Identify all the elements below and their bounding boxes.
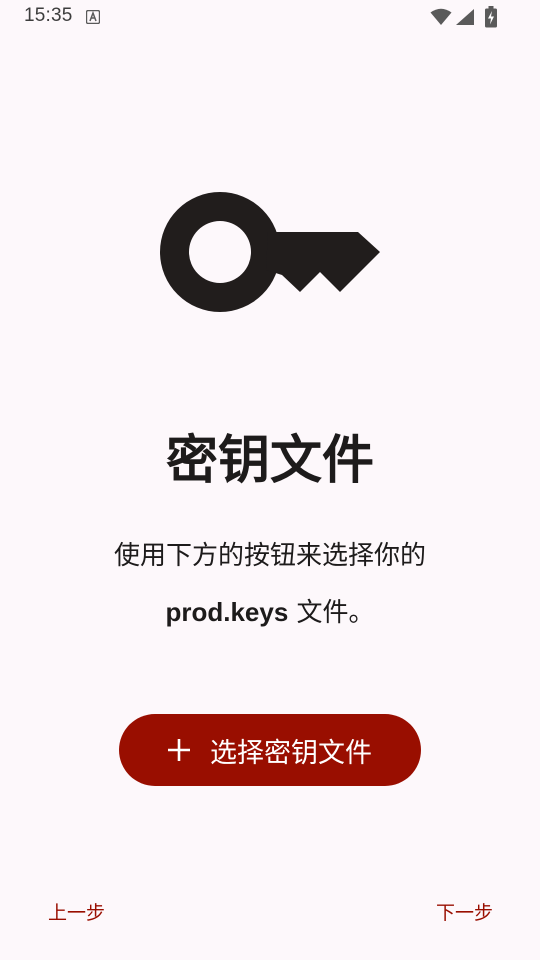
filename-prod-keys: prod.keys xyxy=(165,597,289,627)
select-key-file-button[interactable]: 选择密钥文件 xyxy=(119,714,421,786)
keyboard-a-icon xyxy=(86,10,100,24)
plus-icon xyxy=(168,739,190,761)
description: 使用下方的按钮来选择你的 prod.keys 文件。 xyxy=(40,528,500,641)
key-icon xyxy=(160,192,380,312)
description-line-2: prod.keys 文件。 xyxy=(40,584,500,641)
wifi-icon xyxy=(430,8,452,25)
signal-icon xyxy=(456,9,474,25)
status-time: 15:35 xyxy=(24,5,73,26)
battery-charging-icon xyxy=(485,6,497,28)
page-title: 密钥文件 xyxy=(165,431,374,491)
description-line-1: 使用下方的按钮来选择你的 xyxy=(113,541,426,571)
status-bar: 15:35 xyxy=(0,0,540,34)
description-suffix: 文件。 xyxy=(288,598,375,628)
back-button[interactable]: 上一步 xyxy=(48,898,105,925)
select-key-file-label: 选择密钥文件 xyxy=(210,737,372,769)
next-button[interactable]: 下一步 xyxy=(436,898,493,925)
